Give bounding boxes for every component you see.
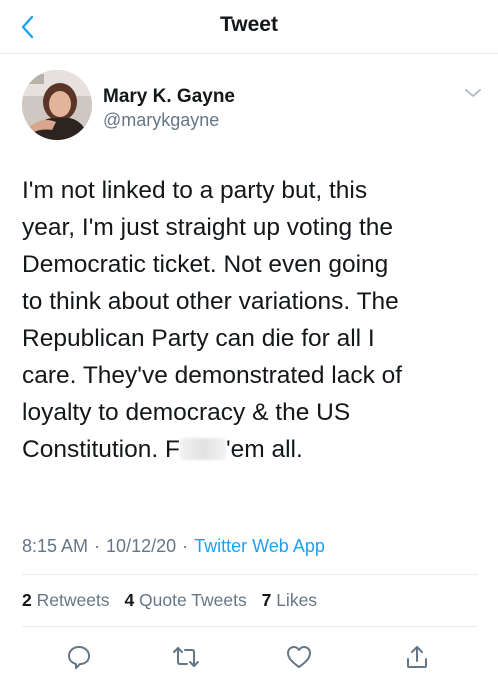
quotes-label: Quote Tweets xyxy=(139,590,247,610)
tweet-date[interactable]: 10/12/20 xyxy=(106,536,176,556)
avatar-image xyxy=(22,70,92,140)
redacted-word xyxy=(179,438,226,460)
avatar[interactable] xyxy=(22,70,92,140)
divider xyxy=(22,626,478,627)
retweet-button[interactable] xyxy=(170,641,202,673)
share-button[interactable] xyxy=(401,641,433,673)
retweets-stat[interactable]: 2 Retweets xyxy=(22,590,110,610)
author-handle[interactable]: @marykgayne xyxy=(103,110,219,131)
quotes-count: 4 xyxy=(124,590,135,610)
tweet-time[interactable]: 8:15 AM xyxy=(22,536,88,556)
share-icon xyxy=(407,646,427,668)
meta-separator: · xyxy=(94,536,101,556)
quotes-stat[interactable]: 4 Quote Tweets xyxy=(124,590,246,610)
like-button[interactable] xyxy=(283,641,315,673)
tweet-stats: 2 Retweets 4 Quote Tweets 7 Likes xyxy=(22,590,327,611)
tweet-text-part2: 'em all. xyxy=(225,436,303,463)
tweet-detail-page: Tweet Mary K. Gayne @marykgayne I'm not … xyxy=(0,0,498,681)
reply-icon xyxy=(68,646,90,669)
tweet-meta: 8:15 AM · 10/12/20 · Twitter Web App xyxy=(22,536,325,557)
heart-icon xyxy=(287,646,311,668)
retweets-count: 2 xyxy=(22,590,32,610)
likes-count: 7 xyxy=(261,590,272,610)
tweet-text: I'm not linked to a party but, this year… xyxy=(22,172,482,468)
chevron-down-icon xyxy=(465,89,481,97)
retweet-icon xyxy=(173,647,199,667)
tweet-menu-button[interactable] xyxy=(462,86,484,102)
page-title: Tweet xyxy=(220,13,278,36)
top-bar: Tweet xyxy=(0,0,498,54)
likes-label: Likes xyxy=(276,590,318,610)
divider xyxy=(22,574,478,575)
meta-separator: · xyxy=(182,536,189,556)
tweet-text-part1: I'm not linked to a party but, this year… xyxy=(22,177,403,463)
author-name[interactable]: Mary K. Gayne xyxy=(103,86,235,108)
action-bar xyxy=(0,637,498,677)
reply-button[interactable] xyxy=(63,641,95,673)
tweet-source[interactable]: Twitter Web App xyxy=(194,536,325,556)
retweets-label: Retweets xyxy=(36,590,110,610)
likes-stat[interactable]: 7 Likes xyxy=(262,590,317,610)
